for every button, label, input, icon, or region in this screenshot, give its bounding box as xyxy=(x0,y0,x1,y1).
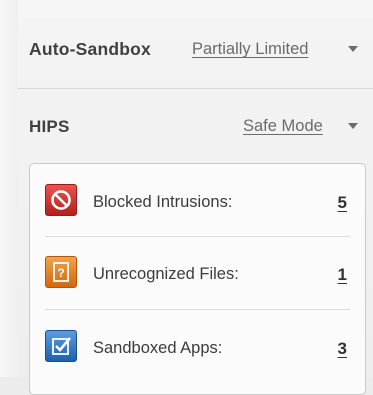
stat-blocked-intrusions: Blocked Intrusions: 5 xyxy=(30,167,365,231)
stat-divider xyxy=(45,236,350,237)
blocked-icon xyxy=(45,184,77,216)
stat-count-link[interactable]: 1 xyxy=(338,265,347,285)
sandbox-check-icon xyxy=(45,330,77,362)
section-divider xyxy=(18,88,373,89)
auto-sandbox-mode-link[interactable]: Partially Limited xyxy=(192,40,308,59)
chevron-down-icon[interactable] xyxy=(348,46,358,52)
stat-label: Sandboxed Apps: xyxy=(93,339,223,357)
security-panel: Auto-Sandbox Partially Limited HIPS Safe… xyxy=(0,0,373,395)
stat-count-link[interactable]: 3 xyxy=(338,339,347,359)
chevron-down-icon[interactable] xyxy=(348,123,358,129)
stat-count-link[interactable]: 5 xyxy=(338,193,347,213)
stat-divider xyxy=(45,309,350,310)
hips-label: HIPS xyxy=(29,117,70,136)
stats-box: Blocked Intrusions: 5 ? Unrecognized Fil… xyxy=(29,163,366,395)
auto-sandbox-label: Auto-Sandbox xyxy=(29,39,151,59)
panel-left-edge xyxy=(0,0,18,377)
stat-sandboxed-apps: Sandboxed Apps: 3 xyxy=(30,313,365,377)
svg-text:?: ? xyxy=(57,266,64,280)
panel-top-edge xyxy=(0,0,373,18)
unrecognized-file-icon: ? xyxy=(45,256,77,288)
stat-label: Blocked Intrusions: xyxy=(93,193,233,211)
stat-label: Unrecognized Files: xyxy=(93,265,239,283)
hips-mode-link[interactable]: Safe Mode xyxy=(243,117,323,136)
stat-unrecognized-files: ? Unrecognized Files: 1 xyxy=(30,240,365,304)
